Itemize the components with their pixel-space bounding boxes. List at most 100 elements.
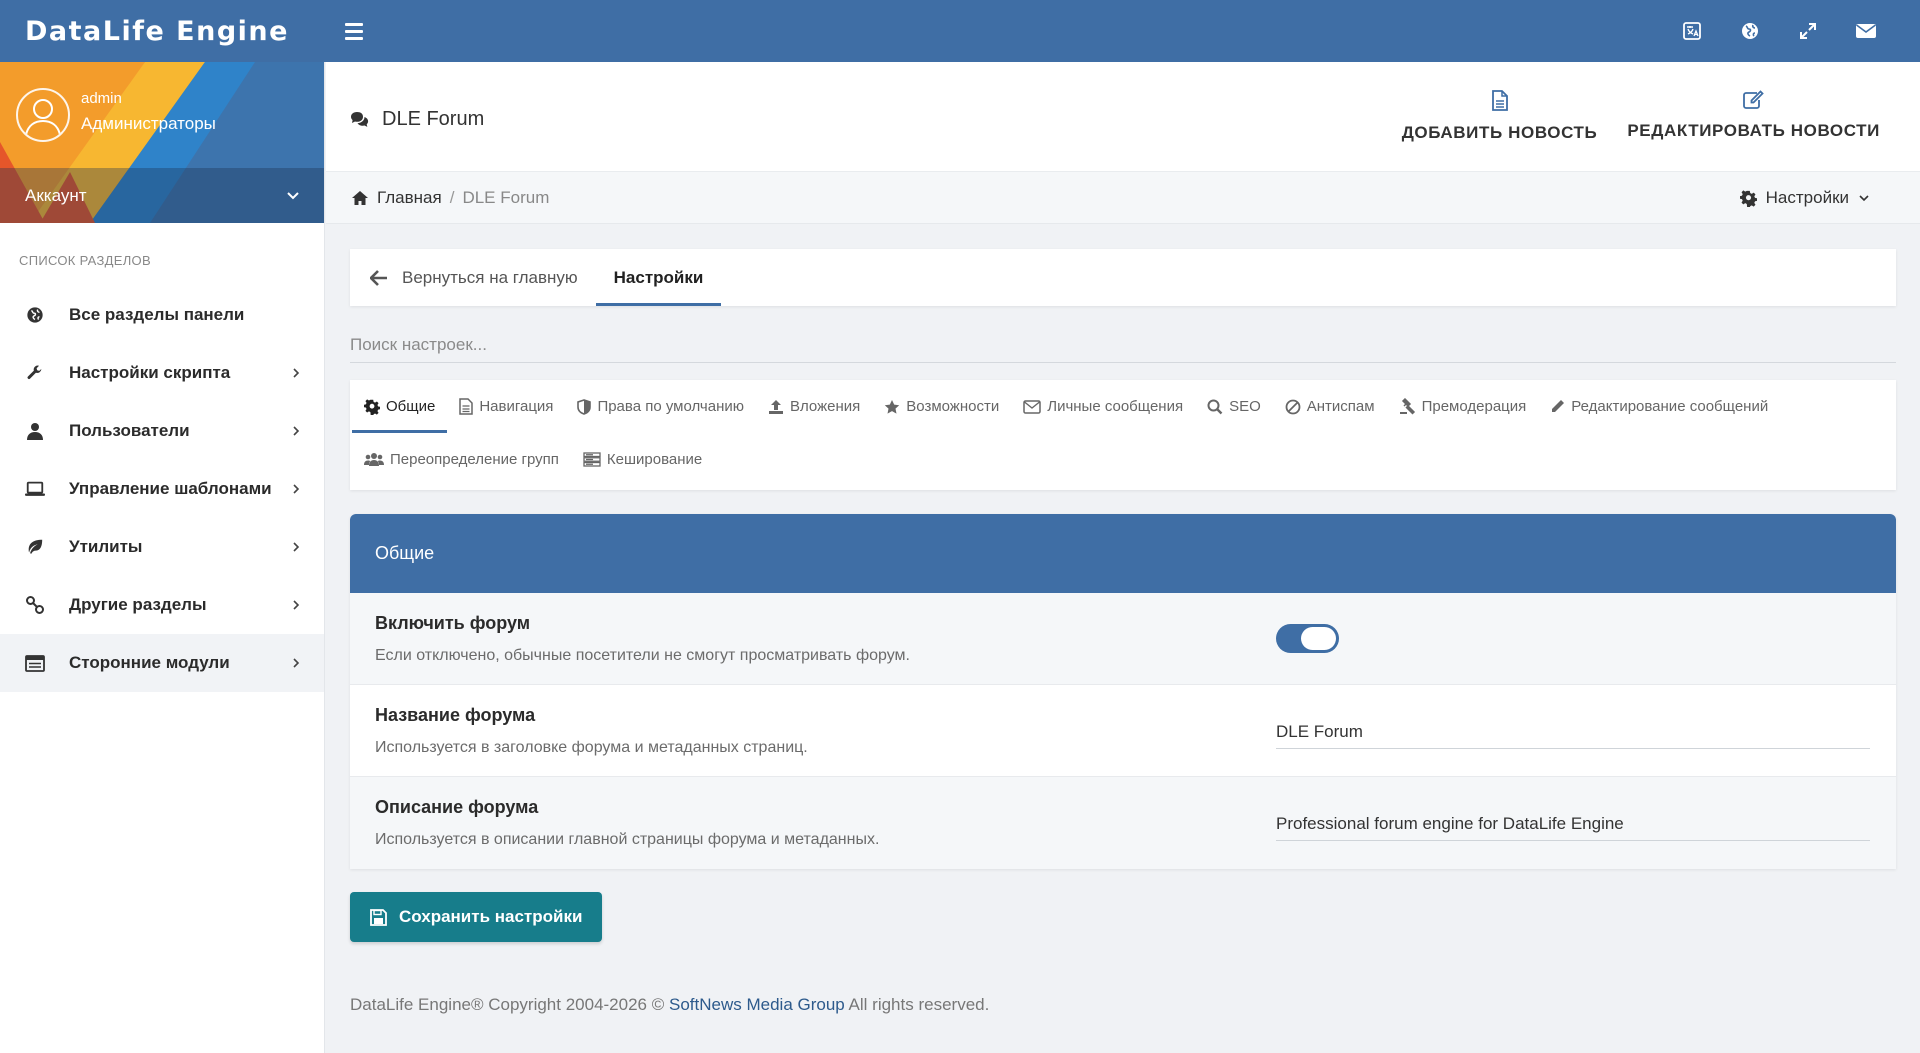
setting-description: Используется в заголовке форума и метада… (375, 739, 808, 756)
subtab-default-permissions[interactable]: Права по умолчанию (565, 380, 756, 433)
account-label: Аккаунт (25, 185, 87, 205)
avatar[interactable] (16, 88, 70, 142)
save-settings-button[interactable]: Сохранить настройки (350, 892, 603, 942)
subtab-message-editing[interactable]: Редактирование сообщений (1538, 380, 1780, 433)
subtab-label: Премодерация (1421, 398, 1527, 415)
subtab-label: Личные сообщения (1047, 398, 1184, 415)
chevron-right-icon (293, 484, 300, 494)
server-icon (583, 452, 601, 467)
sidebar-item-templates[interactable]: Управление шаблонами (0, 460, 324, 518)
add-news-button[interactable]: ДОБАВИТЬ НОВОСТЬ (1402, 90, 1598, 143)
subtab-group-overrides[interactable]: Переопределение групп (352, 433, 571, 486)
setting-description: Используется в описании главной страницы… (375, 831, 880, 848)
forum-name-input[interactable] (1276, 715, 1870, 749)
account-dropdown[interactable]: Аккаунт (0, 168, 324, 223)
laptop-icon (25, 479, 45, 499)
chevron-right-icon (293, 658, 300, 668)
subtab-label: Права по умолчанию (597, 398, 744, 415)
leaf-icon (25, 537, 45, 557)
panel-title: Общие (350, 514, 1896, 593)
tab-back-label: Вернуться на главную (402, 267, 578, 287)
top-icons (1676, 0, 1882, 62)
subtab-seo[interactable]: SEO (1195, 380, 1273, 433)
upload-icon (769, 399, 783, 414)
sidebar-item-label: Сторонние модули (69, 653, 230, 672)
subtab-general[interactable]: Общие (352, 380, 448, 433)
subtab-navigation[interactable]: Навигация (447, 380, 565, 433)
subtab-label: Переопределение групп (390, 451, 559, 468)
search-input[interactable] (350, 327, 1896, 363)
chevron-right-icon (293, 368, 300, 378)
menu-toggle-icon[interactable] (345, 16, 375, 46)
logo[interactable]: DataLife Engine (0, 0, 325, 62)
save-icon (370, 908, 387, 926)
subtab-label: Антиспам (1306, 398, 1375, 415)
breadcrumb-current: DLE Forum (462, 187, 550, 207)
shield-icon (577, 398, 592, 415)
mail-icon[interactable] (1850, 15, 1882, 47)
page-title-text: DLE Forum (382, 108, 485, 130)
forum-description-input[interactable] (1276, 807, 1870, 841)
sidebar-item-users[interactable]: Пользователи (0, 402, 324, 460)
sidebar-item-other-sections[interactable]: Другие разделы (0, 576, 324, 634)
sidebar-item-script-settings[interactable]: Настройки скрипта (0, 344, 324, 402)
profile-group: Администраторы (81, 114, 216, 133)
subtab-features[interactable]: Возможности (872, 380, 1011, 433)
translate-icon[interactable] (1676, 15, 1708, 47)
add-news-label: ДОБАВИТЬ НОВОСТЬ (1401, 123, 1598, 142)
sidebar-item-third-party-modules[interactable]: Сторонние модули (0, 634, 324, 692)
subtab-antispam[interactable]: Антиспам (1273, 380, 1387, 433)
user-icon (25, 421, 45, 441)
page-header: DLE Forum ДОБАВИТЬ НОВОСТЬ РЕДАКТИРОВАТЬ… (326, 62, 1920, 172)
footer-suffix: All rights reserved. (848, 995, 990, 1014)
toggle-knob (1301, 627, 1336, 650)
breadcrumb-home[interactable]: Главная (377, 188, 442, 208)
star-icon (885, 399, 900, 414)
breadcrumb-separator: / (449, 187, 455, 207)
edit-news-button[interactable]: РЕДАКТИРОВАТЬ НОВОСТИ (1627, 90, 1880, 143)
search-icon (1207, 399, 1223, 414)
enable-forum-toggle[interactable] (1276, 624, 1339, 653)
subtab-label: Навигация (479, 398, 554, 415)
profile-username: admin (81, 90, 122, 107)
main-tabs: Вернуться на главную Настройки (350, 249, 1896, 306)
envelope-icon (1023, 399, 1041, 414)
subtab-caching[interactable]: Кеширование (571, 433, 714, 486)
footer: DataLife Engine® Copyright 2004-2026 © S… (350, 995, 989, 1015)
gavel-icon (1399, 398, 1415, 415)
sidebar-item-label: Управление шаблонами (69, 479, 272, 498)
subtab-attachments[interactable]: Вложения (756, 380, 872, 433)
breadcrumb-bar: Главная / DLE Forum Настройки (326, 172, 1920, 224)
fullscreen-icon[interactable] (1792, 15, 1824, 47)
settings-subtabs: Общие Навигация Права по умолчанию Вложе… (350, 380, 1896, 490)
comments-icon (351, 112, 369, 127)
top-bar: DataLife Engine (0, 0, 1920, 62)
tab-back-to-main[interactable]: Вернуться на главную (370, 249, 596, 306)
document-icon (1491, 90, 1508, 111)
tab-settings[interactable]: Настройки (595, 249, 722, 306)
footer-link[interactable]: SoftNews Media Group (669, 995, 845, 1014)
subtab-label: Вложения (790, 398, 861, 415)
setting-title: Название форума (375, 705, 536, 725)
setting-row-enable-forum: Включить форум Если отключено, обычные п… (350, 593, 1896, 685)
settings-dropdown[interactable]: Настройки (1739, 172, 1870, 224)
edit-icon (1743, 90, 1764, 109)
breadcrumb: Главная / DLE Forum (351, 188, 549, 208)
main-content: DLE Forum ДОБАВИТЬ НОВОСТЬ РЕДАКТИРОВАТЬ… (326, 62, 1920, 1053)
settings-panel: Общие Включить форум Если отключено, обы… (350, 514, 1896, 869)
subtab-private-messages[interactable]: Личные сообщения (1011, 380, 1195, 433)
globe-icon[interactable] (1734, 15, 1766, 47)
sidebar-item-utilities[interactable]: Утилиты (0, 518, 324, 576)
settings-dropdown-label: Настройки (1765, 188, 1849, 207)
chevron-down-icon (287, 191, 299, 199)
users-icon (364, 453, 384, 466)
subtab-premoderation[interactable]: Премодерация (1387, 380, 1539, 433)
arrow-left-icon (370, 269, 387, 286)
sidebar-item-label: Все разделы панели (69, 305, 245, 324)
sidebar-item-all-sections[interactable]: Все разделы панели (0, 286, 324, 344)
globe-icon (25, 305, 45, 325)
chevron-right-icon (293, 426, 300, 436)
setting-title: Включить форум (375, 613, 531, 633)
subtab-label: Кеширование (606, 451, 703, 468)
home-icon (352, 190, 368, 205)
